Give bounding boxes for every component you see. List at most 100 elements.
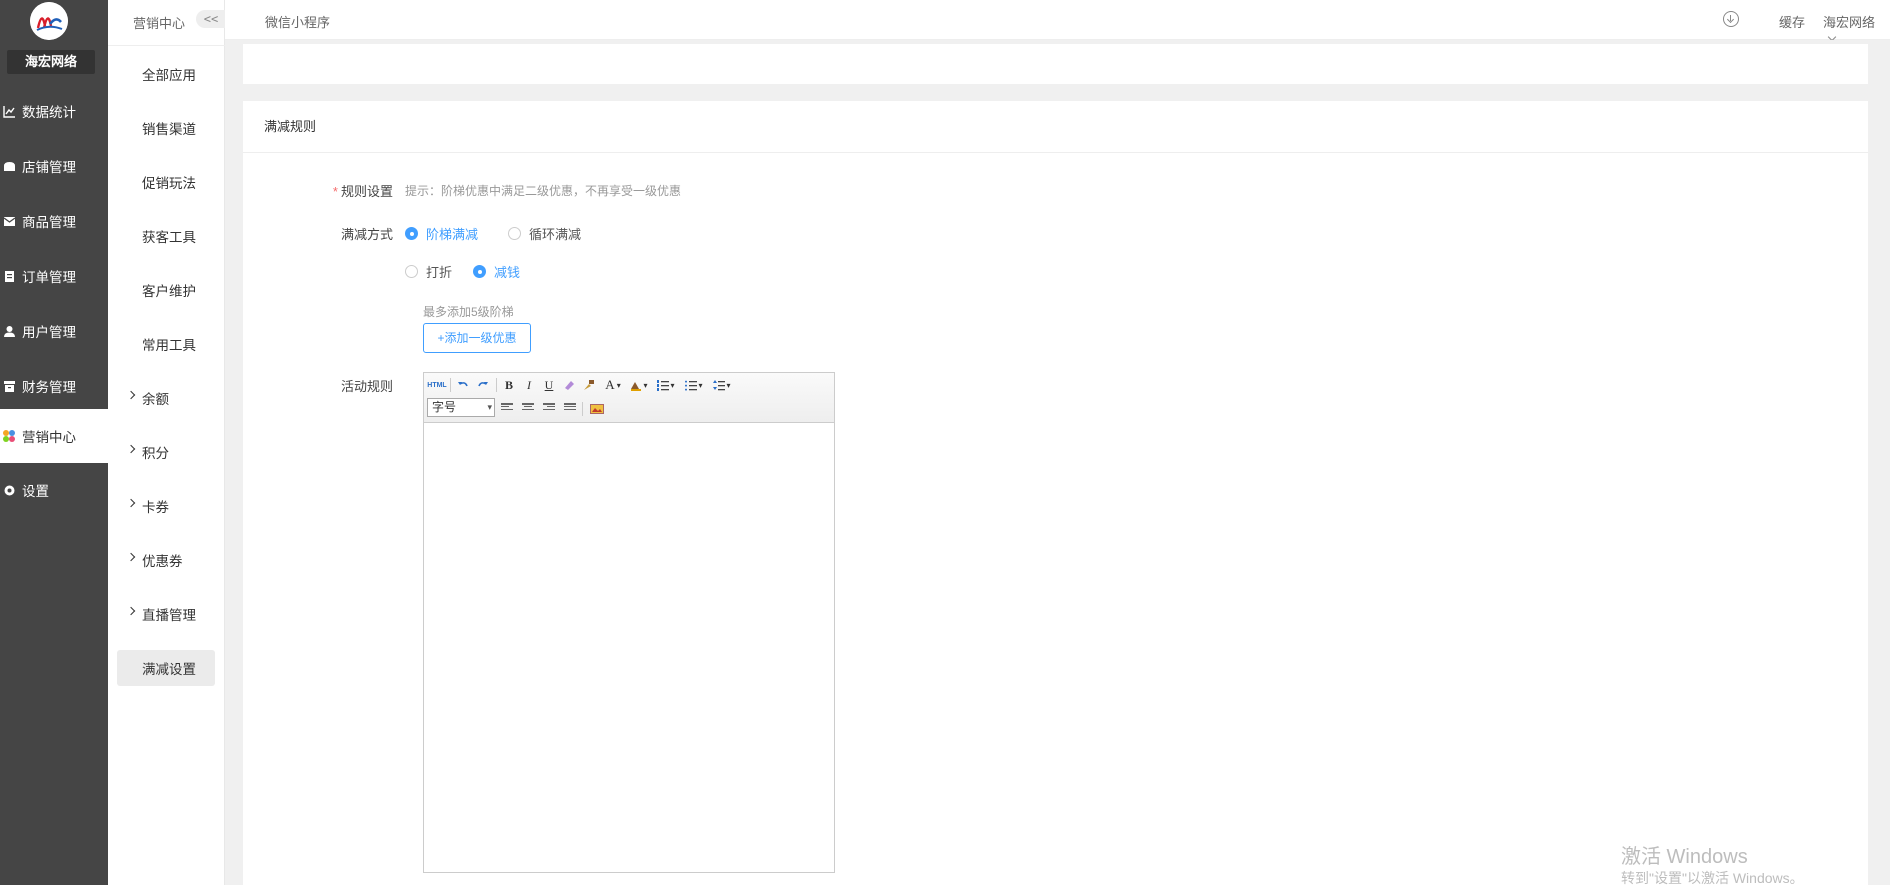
sub-menu-header: 营销中心 << [108, 0, 226, 46]
radio-dot [473, 265, 486, 278]
sub-item-points[interactable]: 积分 [117, 434, 215, 470]
nav-item-label: 财务管理 [22, 380, 76, 395]
redo-icon[interactable] [474, 376, 492, 394]
nav-item-products[interactable]: 商品管理 [0, 194, 108, 248]
user-name: 海宏网络 [1823, 15, 1876, 30]
format-painter-icon[interactable] [580, 376, 598, 394]
align-justify-icon[interactable] [564, 403, 576, 413]
bold-button[interactable]: B [500, 376, 518, 394]
sub-item-acquisition-tools[interactable]: 获客工具 [117, 218, 215, 254]
sub-item-common-tools[interactable]: 常用工具 [117, 326, 215, 362]
marketing-icon [2, 429, 16, 443]
required-mark: * [332, 184, 338, 199]
chevron-right-icon [126, 606, 136, 616]
nav-item-store[interactable]: 店铺管理 [0, 139, 108, 193]
box-icon [2, 214, 16, 228]
html-source-button[interactable]: HTML [427, 376, 447, 394]
rich-text-editor: HTML B I U A ▾ ▾ ▾ ▾ ▾ 字号 ▾ [423, 372, 835, 873]
nav-item-finance[interactable]: 财务管理 [0, 359, 108, 413]
dropdown-arrow-icon: ▾ [670, 380, 675, 390]
archive-icon [2, 379, 16, 393]
sub-item-customer-care[interactable]: 客户维护 [117, 272, 215, 308]
dropdown-arrow-icon: ▾ [616, 380, 621, 390]
clipboard-icon [2, 269, 16, 283]
line-height-button[interactable]: ▾ [710, 376, 734, 394]
chevron-right-icon [126, 390, 136, 400]
align-left-icon[interactable] [501, 403, 513, 413]
card-top-panel [243, 44, 1868, 84]
sub-item-live[interactable]: 直播管理 [117, 596, 215, 632]
windows-activation-hint: 转到"设置"以激活 Windows。 [1621, 870, 1804, 885]
underline-button[interactable]: U [540, 376, 558, 394]
dropdown-arrow-icon: ▾ [726, 380, 731, 390]
activity-rule-label: 活动规则 [340, 379, 393, 394]
sub-item-label: 直播管理 [142, 608, 196, 623]
rule-setting-label: * 规则设置 [332, 184, 393, 199]
toolbar-separator [450, 378, 451, 392]
editor-toolbar: HTML B I U A ▾ ▾ ▾ ▾ ▾ 字号 ▾ [424, 373, 834, 423]
store-icon [2, 159, 16, 173]
sub-item-label: 优惠券 [142, 554, 183, 569]
sub-menu: 营销中心 << 全部应用 销售渠道 促销玩法 获客工具 客户维护 常用工具 余额… [108, 0, 226, 885]
nav-item-label: 用户管理 [22, 325, 76, 340]
top-bar-title: 微信小程序 [265, 15, 331, 30]
toolbar-separator [582, 402, 583, 416]
chevron-right-icon [126, 552, 136, 562]
brand-logo[interactable] [30, 2, 68, 40]
chevron-right-icon [126, 444, 136, 454]
unordered-list-button[interactable]: ▾ [682, 376, 706, 394]
font-color-button[interactable]: A ▾ [602, 376, 624, 394]
nav-item-data-stats[interactable]: 数据统计 [0, 84, 108, 138]
card-header: 满减规则 [243, 101, 1868, 153]
undo-icon[interactable] [454, 376, 472, 394]
radio-ladder-discount[interactable]: 阶梯满减 [405, 224, 478, 243]
toolbar-separator [496, 378, 497, 392]
user-icon [2, 324, 16, 338]
nav-item-label: 营销中心 [22, 430, 76, 445]
add-tier-button[interactable]: +添加一级优惠 [423, 323, 531, 353]
cache-button[interactable]: 缓存 [1779, 12, 1805, 31]
eraser-icon[interactable] [560, 376, 578, 394]
sub-item-balance[interactable]: 余额 [117, 380, 215, 416]
nav-item-users[interactable]: 用户管理 [0, 304, 108, 358]
radio-amount-off[interactable]: 减钱 [473, 262, 520, 281]
nav-item-settings[interactable]: 设置 [0, 463, 108, 517]
collapse-menu-button[interactable]: << [196, 10, 226, 28]
radio-percent-off[interactable]: 打折 [405, 262, 452, 281]
radio-cyclic-discount[interactable]: 循环满减 [508, 224, 581, 243]
insert-image-icon[interactable] [588, 400, 606, 418]
chart-line-icon [2, 104, 16, 118]
highlight-color-button[interactable]: ▾ [628, 376, 650, 394]
sub-item-cards[interactable]: 卡券 [117, 488, 215, 524]
ordered-list-button[interactable]: ▾ [654, 376, 678, 394]
sub-item-all-apps[interactable]: 全部应用 [117, 56, 215, 92]
sub-item-sales-channels[interactable]: 销售渠道 [117, 110, 215, 146]
main-sidebar: 海宏网络 数据统计 店铺管理 商品管理 订单管理 用户管理 财务管理 营销中心 … [0, 0, 108, 885]
sub-menu-title: 营销中心 [133, 16, 186, 31]
sub-item-label: 积分 [142, 446, 169, 461]
nav-item-orders[interactable]: 订单管理 [0, 249, 108, 303]
discount-rule-card: 满减规则 * 规则设置 提示：阶梯优惠中满足二级优惠，不再享受一级优惠 满减方式 … [243, 101, 1868, 885]
sub-item-label: 卡券 [142, 500, 169, 515]
top-bar: 微信小程序 缓存 海宏网络 [225, 0, 1890, 42]
download-icon[interactable] [1723, 11, 1739, 27]
chevron-right-icon [126, 498, 136, 508]
mode-label: 满减方式 [340, 227, 393, 242]
radio-dot [405, 265, 418, 278]
sub-item-coupons[interactable]: 优惠券 [117, 542, 215, 578]
align-center-icon[interactable] [522, 403, 534, 413]
sub-item-discount-settings[interactable]: 满减设置 [117, 650, 215, 686]
sub-item-label: 余额 [142, 392, 169, 407]
radio-dot [508, 227, 521, 240]
nav-item-marketing[interactable]: 营销中心 [0, 409, 108, 463]
dropdown-arrow-icon: ▾ [643, 380, 648, 390]
italic-button[interactable]: I [520, 376, 538, 394]
gear-icon [2, 483, 16, 497]
radio-dot [405, 227, 418, 240]
editor-content-area[interactable] [424, 423, 834, 872]
windows-activation-watermark: 激活 Windows [1621, 846, 1748, 868]
nav-item-label: 商品管理 [22, 215, 76, 230]
align-right-icon[interactable] [543, 403, 555, 413]
font-size-select[interactable]: 字号 [427, 398, 495, 417]
sub-item-promotions[interactable]: 促销玩法 [117, 164, 215, 200]
